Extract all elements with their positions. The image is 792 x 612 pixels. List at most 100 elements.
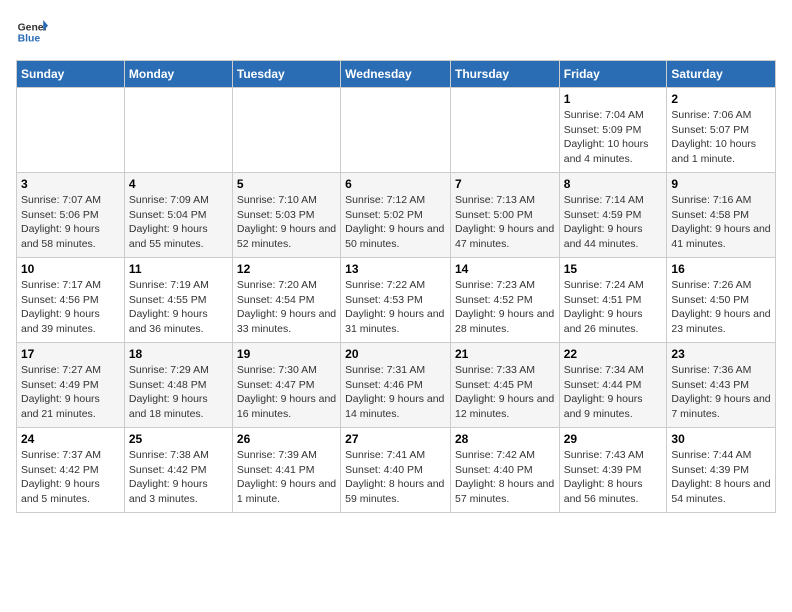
calendar-cell xyxy=(341,88,451,173)
weekday-header-tuesday: Tuesday xyxy=(232,61,340,88)
day-detail: Sunrise: 7:42 AM Sunset: 4:40 PM Dayligh… xyxy=(455,448,555,507)
calendar-cell: 9 Sunrise: 7:16 AM Sunset: 4:58 PM Daylig… xyxy=(667,173,776,258)
day-number: 8 xyxy=(564,177,663,191)
day-number: 20 xyxy=(345,347,446,361)
day-number: 2 xyxy=(671,92,771,106)
day-detail: Sunrise: 7:19 AM Sunset: 4:55 PM Dayligh… xyxy=(129,278,228,337)
day-detail: Sunrise: 7:06 AM Sunset: 5:07 PM Dayligh… xyxy=(671,108,771,167)
day-detail: Sunrise: 7:41 AM Sunset: 4:40 PM Dayligh… xyxy=(345,448,446,507)
day-number: 7 xyxy=(455,177,555,191)
calendar-cell: 29Sunrise: 7:43 AM Sunset: 4:39 PM Dayli… xyxy=(559,428,667,513)
day-number: 10 xyxy=(21,262,120,276)
calendar-cell: 15 Sunrise: 7:24 AM Sunset: 4:51 PM Dayli… xyxy=(559,258,667,343)
calendar-cell: 27Sunrise: 7:41 AM Sunset: 4:40 PM Dayli… xyxy=(341,428,451,513)
day-detail: Sunrise: 7:04 AM Sunset: 5:09 PM Dayligh… xyxy=(564,108,663,167)
calendar-cell: 14 Sunrise: 7:23 AM Sunset: 4:52 PM Dayli… xyxy=(450,258,559,343)
day-detail: Sunrise: 7:20 AM Sunset: 4:54 PM Dayligh… xyxy=(237,278,336,337)
calendar-cell: 19 Sunrise: 7:30 AM Sunset: 4:47 PM Dayli… xyxy=(232,343,340,428)
day-number: 16 xyxy=(671,262,771,276)
day-number: 4 xyxy=(129,177,228,191)
calendar-cell xyxy=(17,88,125,173)
calendar-cell: 24 Sunrise: 7:37 AM Sunset: 4:42 PM Dayli… xyxy=(17,428,125,513)
day-detail: Sunrise: 7:30 AM Sunset: 4:47 PM Dayligh… xyxy=(237,363,336,422)
calendar-cell: 18 Sunrise: 7:29 AM Sunset: 4:48 PM Dayli… xyxy=(124,343,232,428)
calendar-cell: 22 Sunrise: 7:34 AM Sunset: 4:44 PM Dayli… xyxy=(559,343,667,428)
day-detail: Sunrise: 7:23 AM Sunset: 4:52 PM Dayligh… xyxy=(455,278,555,337)
day-number: 6 xyxy=(345,177,446,191)
day-number: 30 xyxy=(671,432,771,446)
logo-icon: General Blue xyxy=(16,16,48,48)
day-detail: Sunrise: 7:44 AM Sunset: 4:39 PM Dayligh… xyxy=(671,448,771,507)
weekday-header-wednesday: Wednesday xyxy=(341,61,451,88)
calendar-cell xyxy=(450,88,559,173)
day-number: 28 xyxy=(455,432,555,446)
day-detail: Sunrise: 7:29 AM Sunset: 4:48 PM Dayligh… xyxy=(129,363,228,422)
weekday-header-sunday: Sunday xyxy=(17,61,125,88)
day-detail: Sunrise: 7:12 AM Sunset: 5:02 PM Dayligh… xyxy=(345,193,446,252)
day-detail: Sunrise: 7:36 AM Sunset: 4:43 PM Dayligh… xyxy=(671,363,771,422)
day-number: 9 xyxy=(671,177,771,191)
calendar-cell: 1 Sunrise: 7:04 AM Sunset: 5:09 PM Daylig… xyxy=(559,88,667,173)
day-number: 24 xyxy=(21,432,120,446)
calendar-cell: 6 Sunrise: 7:12 AM Sunset: 5:02 PM Daylig… xyxy=(341,173,451,258)
day-number: 18 xyxy=(129,347,228,361)
calendar-cell: 3 Sunrise: 7:07 AM Sunset: 5:06 PM Daylig… xyxy=(17,173,125,258)
calendar-cell: 4 Sunrise: 7:09 AM Sunset: 5:04 PM Daylig… xyxy=(124,173,232,258)
day-detail: Sunrise: 7:10 AM Sunset: 5:03 PM Dayligh… xyxy=(237,193,336,252)
calendar-cell: 10 Sunrise: 7:17 AM Sunset: 4:56 PM Dayli… xyxy=(17,258,125,343)
calendar-table: SundayMondayTuesdayWednesdayThursdayFrid… xyxy=(16,60,776,513)
day-detail: Sunrise: 7:16 AM Sunset: 4:58 PM Dayligh… xyxy=(671,193,771,252)
calendar-cell: 26 Sunrise: 7:39 AM Sunset: 4:41 PM Dayli… xyxy=(232,428,340,513)
day-detail: Sunrise: 7:24 AM Sunset: 4:51 PM Dayligh… xyxy=(564,278,663,337)
day-number: 12 xyxy=(237,262,336,276)
day-detail: Sunrise: 7:38 AM Sunset: 4:42 PM Dayligh… xyxy=(129,448,228,507)
day-number: 14 xyxy=(455,262,555,276)
day-number: 3 xyxy=(21,177,120,191)
day-detail: Sunrise: 7:14 AM Sunset: 4:59 PM Dayligh… xyxy=(564,193,663,252)
header: General Blue xyxy=(16,16,776,48)
calendar-cell xyxy=(124,88,232,173)
day-detail: Sunrise: 7:39 AM Sunset: 4:41 PM Dayligh… xyxy=(237,448,336,507)
calendar-cell: 30 Sunrise: 7:44 AM Sunset: 4:39 PM Dayli… xyxy=(667,428,776,513)
day-number: 22 xyxy=(564,347,663,361)
day-detail: Sunrise: 7:43 AM Sunset: 4:39 PM Dayligh… xyxy=(564,448,663,507)
day-number: 17 xyxy=(21,347,120,361)
day-detail: Sunrise: 7:22 AM Sunset: 4:53 PM Dayligh… xyxy=(345,278,446,337)
weekday-header-thursday: Thursday xyxy=(450,61,559,88)
calendar-cell: 2 Sunrise: 7:06 AM Sunset: 5:07 PM Daylig… xyxy=(667,88,776,173)
day-number: 23 xyxy=(671,347,771,361)
day-number: 1 xyxy=(564,92,663,106)
calendar-cell: 16 Sunrise: 7:26 AM Sunset: 4:50 PM Dayli… xyxy=(667,258,776,343)
day-detail: Sunrise: 7:37 AM Sunset: 4:42 PM Dayligh… xyxy=(21,448,120,507)
calendar-cell xyxy=(232,88,340,173)
calendar-cell: 7 Sunrise: 7:13 AM Sunset: 5:00 PM Daylig… xyxy=(450,173,559,258)
day-number: 15 xyxy=(564,262,663,276)
calendar-cell: 11 Sunrise: 7:19 AM Sunset: 4:55 PM Dayli… xyxy=(124,258,232,343)
day-detail: Sunrise: 7:09 AM Sunset: 5:04 PM Dayligh… xyxy=(129,193,228,252)
day-detail: Sunrise: 7:26 AM Sunset: 4:50 PM Dayligh… xyxy=(671,278,771,337)
day-number: 13 xyxy=(345,262,446,276)
day-number: 11 xyxy=(129,262,228,276)
day-number: 25 xyxy=(129,432,228,446)
day-number: 26 xyxy=(237,432,336,446)
calendar-cell: 5 Sunrise: 7:10 AM Sunset: 5:03 PM Daylig… xyxy=(232,173,340,258)
day-detail: Sunrise: 7:34 AM Sunset: 4:44 PM Dayligh… xyxy=(564,363,663,422)
day-number: 21 xyxy=(455,347,555,361)
day-detail: Sunrise: 7:17 AM Sunset: 4:56 PM Dayligh… xyxy=(21,278,120,337)
calendar-cell: 21 Sunrise: 7:33 AM Sunset: 4:45 PM Dayli… xyxy=(450,343,559,428)
calendar-cell: 28 Sunrise: 7:42 AM Sunset: 4:40 PM Dayli… xyxy=(450,428,559,513)
day-number: 19 xyxy=(237,347,336,361)
day-detail: Sunrise: 7:13 AM Sunset: 5:00 PM Dayligh… xyxy=(455,193,555,252)
calendar-cell: 25 Sunrise: 7:38 AM Sunset: 4:42 PM Dayli… xyxy=(124,428,232,513)
calendar-cell: 13 Sunrise: 7:22 AM Sunset: 4:53 PM Dayli… xyxy=(341,258,451,343)
day-number: 5 xyxy=(237,177,336,191)
day-detail: Sunrise: 7:33 AM Sunset: 4:45 PM Dayligh… xyxy=(455,363,555,422)
weekday-header-monday: Monday xyxy=(124,61,232,88)
day-detail: Sunrise: 7:07 AM Sunset: 5:06 PM Dayligh… xyxy=(21,193,120,252)
calendar-cell: 12 Sunrise: 7:20 AM Sunset: 4:54 PM Dayli… xyxy=(232,258,340,343)
day-detail: Sunrise: 7:31 AM Sunset: 4:46 PM Dayligh… xyxy=(345,363,446,422)
calendar-cell: 8 Sunrise: 7:14 AM Sunset: 4:59 PM Daylig… xyxy=(559,173,667,258)
svg-text:Blue: Blue xyxy=(18,34,41,45)
logo: General Blue xyxy=(16,16,48,48)
weekday-header-friday: Friday xyxy=(559,61,667,88)
